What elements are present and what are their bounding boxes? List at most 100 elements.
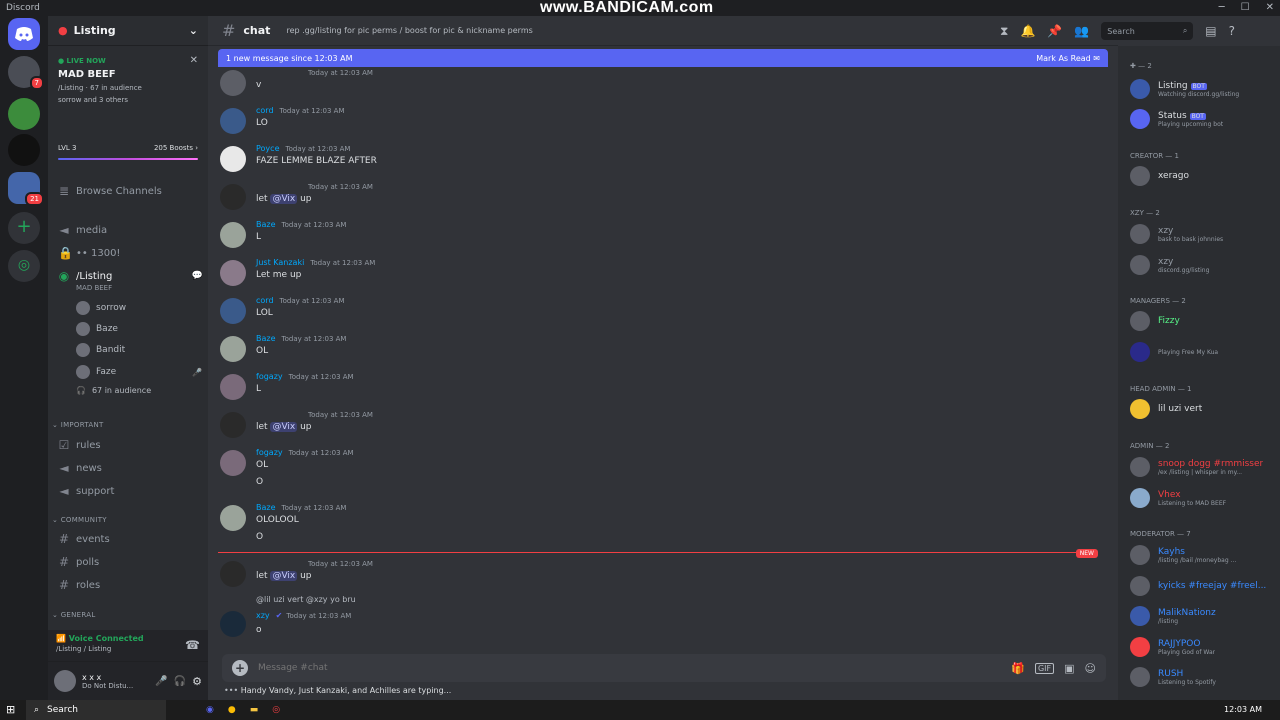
avatar[interactable]	[220, 146, 246, 172]
channel-rules[interactable]: ☑ rules	[58, 436, 203, 454]
member-item[interactable]: snoop dogg #rmmisser/ex /listing | whisp…	[1130, 454, 1275, 480]
window-controls[interactable]: ─ ☐ ✕	[1219, 2, 1274, 13]
taskbar-app-icon[interactable]: ●	[228, 705, 236, 715]
voice-user[interactable]: Bandit	[76, 343, 125, 357]
channel-topic[interactable]: rep .gg/listing for pic perms / boost fo…	[286, 26, 532, 35]
bell-icon[interactable]: 🔔	[1020, 24, 1035, 38]
message-author[interactable]: fogazy	[256, 372, 283, 381]
help-icon[interactable]: ?	[1229, 24, 1235, 38]
channel-media[interactable]: ◄ media	[58, 221, 203, 239]
members-icon[interactable]: 👥	[1074, 24, 1089, 38]
attach-button[interactable]: +	[232, 660, 248, 676]
message-author[interactable]: Just Kanzaki	[256, 258, 304, 267]
avatar[interactable]	[220, 184, 246, 210]
channel-polls[interactable]: # polls	[58, 553, 203, 571]
channel-news[interactable]: ◄ news	[58, 459, 203, 477]
server-icon-listing[interactable]: 21	[8, 172, 44, 206]
gift-icon[interactable]: 🎁	[1011, 662, 1025, 675]
stage-audience[interactable]: 🎧 67 in audience	[76, 386, 151, 395]
user-mention[interactable]: @Vix	[270, 422, 298, 432]
avatar[interactable]	[220, 108, 246, 134]
gear-icon[interactable]: ⚙	[192, 675, 202, 688]
guild-header[interactable]: ● Listing ⌄	[48, 16, 208, 46]
message-author[interactable]: fogazy	[256, 448, 283, 457]
headphones-icon[interactable]: 🎧	[174, 676, 186, 687]
channel-roles[interactable]: # roles	[58, 576, 203, 594]
message-author[interactable]: cord	[256, 106, 274, 115]
disconnect-icon[interactable]: ☎	[185, 638, 200, 652]
avatar[interactable]	[220, 611, 246, 637]
member-item[interactable]: Playing Free My Kua	[1130, 339, 1275, 365]
mark-as-read-button[interactable]: Mark As Read ✉	[1036, 54, 1100, 63]
avatar[interactable]	[220, 412, 246, 438]
member-item[interactable]: xzy bask to bask johnnies	[1130, 221, 1275, 247]
maximize-icon[interactable]: ☐	[1241, 2, 1250, 13]
sticker-icon[interactable]: ▣	[1064, 662, 1074, 675]
message-author[interactable]: Baze	[256, 334, 276, 343]
message-author[interactable]: Baze	[256, 503, 276, 512]
chat-icon[interactable]: 💬	[192, 271, 203, 281]
server-icon[interactable]	[8, 98, 40, 130]
avatar[interactable]	[220, 505, 246, 531]
browse-channels[interactable]: ≣ Browse Channels	[58, 182, 203, 200]
channel-events[interactable]: # events	[58, 530, 203, 548]
reply-reference[interactable]: @lil uzi vert @xzy yo bru	[256, 595, 356, 604]
mic-muted-icon[interactable]: 🎤	[155, 676, 167, 687]
voice-user[interactable]: Baze	[76, 322, 118, 336]
boost-progress[interactable]: LVL 3 205 Boosts ›	[58, 144, 198, 160]
close-icon[interactable]: ✕	[1266, 2, 1274, 13]
category-important[interactable]: ⌄ IMPORTANT	[52, 421, 104, 429]
message-input[interactable]	[258, 663, 1002, 673]
start-icon[interactable]: ⊞	[6, 703, 15, 716]
avatar[interactable]	[220, 450, 246, 476]
avatar[interactable]	[220, 336, 246, 362]
voice-user[interactable]: sorrow	[76, 301, 126, 315]
avatar[interactable]	[220, 222, 246, 248]
channel-locked[interactable]: 🔒 •• 1300!	[58, 244, 203, 262]
category-community[interactable]: ⌄ COMMUNITY	[52, 516, 107, 524]
new-messages-bar[interactable]: 1 new message since 12:03 AM Mark As Rea…	[218, 49, 1108, 67]
member-item[interactable]: lil uzi vert	[1130, 396, 1275, 422]
taskbar-app-icon[interactable]: ◉	[206, 705, 214, 715]
member-item[interactable]: RUSH Listening to Spotify	[1130, 664, 1275, 690]
taskbar-search[interactable]: ⌕ Search	[26, 700, 166, 720]
member-item[interactable]: Vhex Listening to MAD BEEF	[1130, 485, 1275, 511]
explore-servers-button[interactable]: ◎	[8, 250, 40, 282]
member-item[interactable]: RAJJYPOO Playing God of War	[1130, 634, 1275, 660]
server-icon[interactable]: 7	[8, 56, 44, 90]
emoji-icon[interactable]: ☺	[1085, 662, 1096, 675]
pin-icon[interactable]: 📌	[1047, 24, 1062, 38]
channel-stage-listing[interactable]: ◉/Listing 💬	[58, 267, 203, 285]
channel-support[interactable]: ◄ support	[58, 482, 203, 500]
user-mention[interactable]: @Vix	[270, 571, 298, 581]
avatar[interactable]	[54, 670, 76, 692]
taskbar-app-icon[interactable]: ◎	[272, 705, 280, 715]
avatar[interactable]	[220, 298, 246, 324]
add-server-button[interactable]: +	[8, 212, 40, 244]
member-item[interactable]: xzy discord.gg/listing	[1130, 252, 1275, 278]
member-item[interactable]: Status BOT Playing upcoming bot	[1130, 106, 1275, 132]
member-item[interactable]: Fizzy	[1130, 308, 1275, 334]
threads-icon[interactable]: ⧗	[1000, 24, 1008, 39]
avatar[interactable]	[220, 70, 246, 96]
inbox-icon[interactable]: ▤	[1205, 24, 1216, 38]
member-item[interactable]: MalikNationz/listing	[1130, 603, 1275, 629]
minimize-icon[interactable]: ─	[1219, 2, 1225, 13]
message-author[interactable]: cord	[256, 296, 274, 305]
user-mention[interactable]: @Vix	[270, 194, 298, 204]
message-author[interactable]: Baze	[256, 220, 276, 229]
voice-user[interactable]: Faze 🎤	[76, 365, 202, 379]
voice-location[interactable]: /Listing / Listing	[56, 645, 200, 653]
message-author[interactable]: Poyce	[256, 144, 280, 153]
member-item[interactable]: Kayhs/listing /bail /moneybag ...	[1130, 542, 1275, 568]
member-item[interactable]: kyicks #freejay #freel...	[1130, 573, 1275, 599]
gif-icon[interactable]: GIF	[1034, 662, 1055, 674]
search-input[interactable]: Search ⌕	[1101, 22, 1194, 40]
live-stage-card[interactable]: ✕ ● LIVE NOW MAD BEEF /Listing · 67 in a…	[48, 47, 208, 141]
taskbar-app-icon[interactable]: ▬	[250, 705, 259, 715]
member-item[interactable]: xerago	[1130, 163, 1275, 189]
close-icon[interactable]: ✕	[190, 55, 198, 66]
avatar[interactable]	[220, 561, 246, 587]
avatar[interactable]	[220, 374, 246, 400]
avatar[interactable]	[220, 260, 246, 286]
